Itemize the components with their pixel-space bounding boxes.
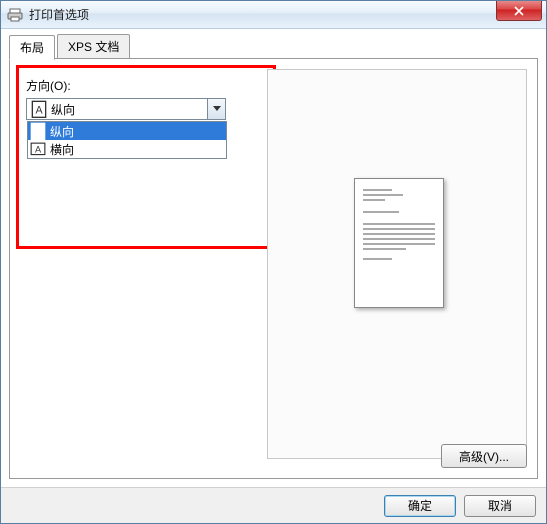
page-preview (354, 178, 444, 308)
window-title: 打印首选项 (29, 6, 89, 23)
orientation-dropdown: A 纵向 A 横向 (27, 121, 227, 159)
option-portrait[interactable]: A 纵向 (28, 122, 226, 140)
svg-text:A: A (34, 126, 42, 138)
cancel-button[interactable]: 取消 (464, 495, 536, 517)
tab-xps-document[interactable]: XPS 文档 (57, 34, 130, 59)
chevron-down-icon (207, 99, 225, 119)
tabstrip: 布局 XPS 文档 (9, 37, 538, 59)
ok-button-label: 确定 (408, 497, 432, 514)
printer-icon (7, 7, 23, 23)
preview-pane (267, 69, 527, 459)
advanced-button[interactable]: 高级(V)... (441, 444, 527, 468)
client-area: 布局 XPS 文档 方向(O): A 纵向 (1, 29, 546, 487)
print-preferences-window: 打印首选项 布局 XPS 文档 方向(O): A 纵向 (0, 0, 547, 524)
option-landscape[interactable]: A 横向 (28, 140, 226, 158)
svg-text:A: A (35, 104, 43, 116)
orientation-selected-text: 纵向 (51, 101, 207, 118)
landscape-page-icon: A (30, 141, 46, 157)
option-portrait-label: 纵向 (50, 123, 74, 140)
tab-layout[interactable]: 布局 (9, 35, 55, 60)
ok-button[interactable]: 确定 (384, 495, 456, 517)
orientation-label: 方向(O): (26, 77, 244, 94)
cancel-button-label: 取消 (488, 497, 512, 514)
orientation-combobox[interactable]: A 纵向 A 纵向 (26, 98, 226, 120)
portrait-page-icon: A (31, 101, 47, 117)
advanced-button-label: 高级(V)... (459, 448, 509, 465)
close-button[interactable] (496, 1, 542, 21)
layout-tabpanel: 方向(O): A 纵向 A 纵向 (9, 58, 538, 479)
titlebar: 打印首选项 (1, 1, 546, 29)
option-landscape-label: 横向 (50, 141, 74, 158)
tab-xps-label: XPS 文档 (68, 40, 119, 54)
tab-layout-label: 布局 (20, 41, 44, 55)
portrait-page-icon: A (30, 123, 46, 139)
orientation-group: 方向(O): A 纵向 A 纵向 (26, 77, 244, 120)
svg-text:A: A (35, 144, 42, 154)
dialog-button-row: 确定 取消 (1, 487, 546, 523)
